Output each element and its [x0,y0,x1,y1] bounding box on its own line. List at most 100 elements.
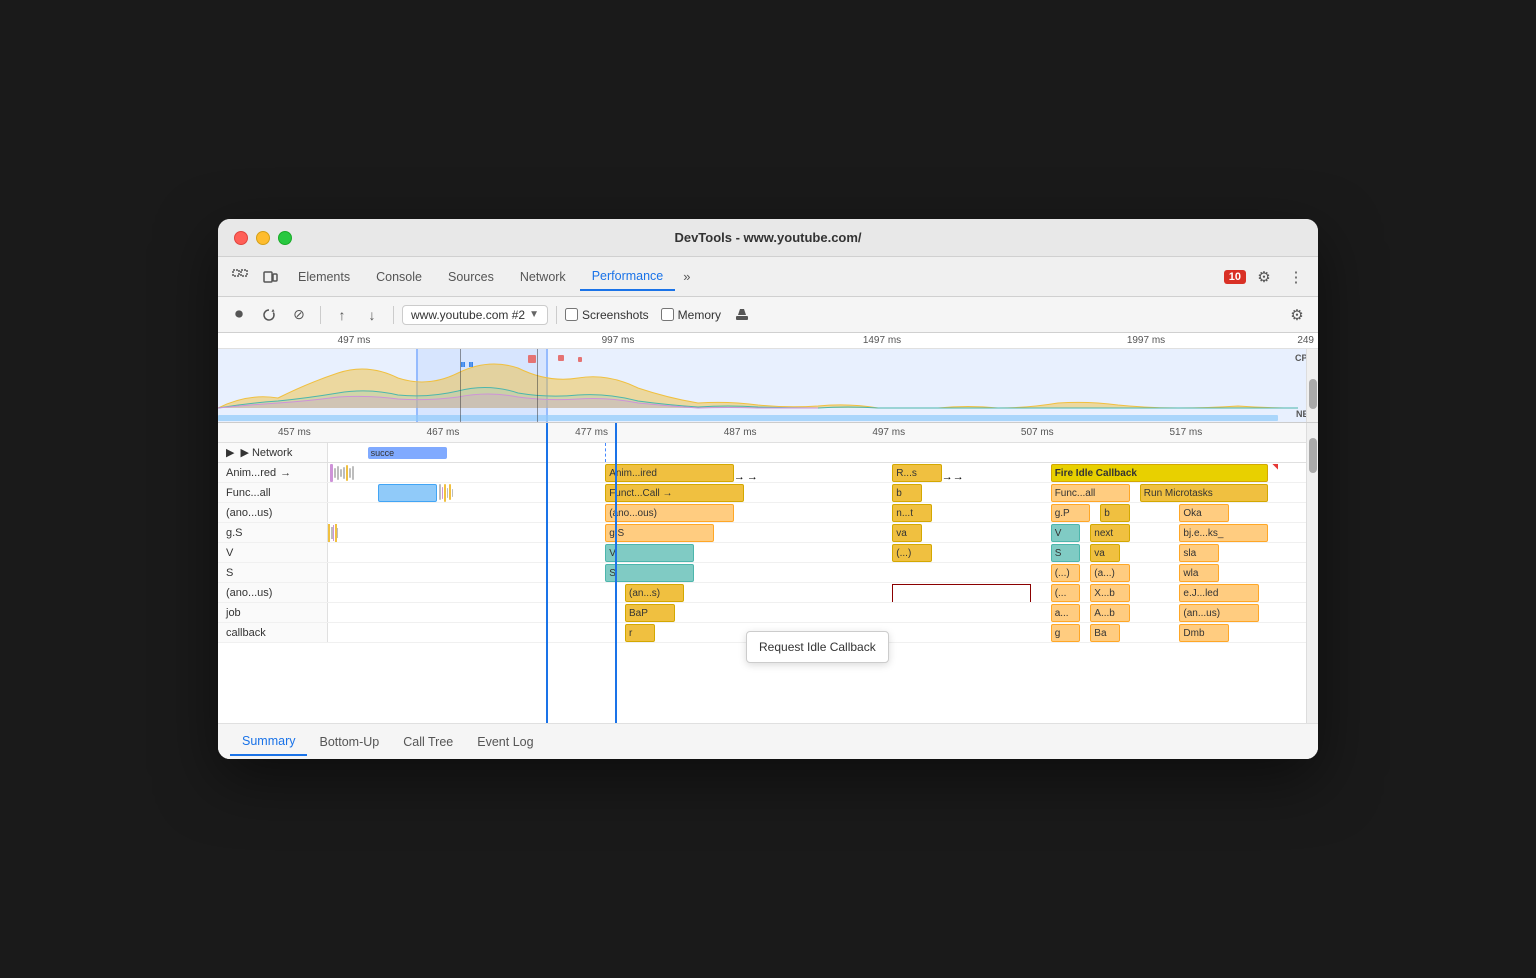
clear-button[interactable]: ⊘ [286,302,312,328]
timeline-overview[interactable]: 497 ms 997 ms 1497 ms 1997 ms 249 [218,333,1318,423]
tab-event-log[interactable]: Event Log [465,729,545,755]
flame-block[interactable]: Dmb [1179,624,1229,642]
devtools-more-button[interactable]: ⋮ [1282,263,1310,291]
flame-block[interactable]: n...t [892,504,932,522]
upload-button[interactable]: ↑ [329,302,355,328]
flame-block[interactable]: (an...s) [625,584,684,602]
flame-block[interactable]: (...) [1051,564,1081,582]
flame-block[interactable]: X...b [1090,584,1130,602]
flame-block[interactable]: (a...) [1090,564,1130,582]
screenshots-label: Screenshots [582,308,649,322]
network-bar[interactable]: succe [368,447,447,459]
memory-label: Memory [678,308,721,322]
row-content-3[interactable]: g.S va V next bj.e...ks_ [328,523,1318,542]
flame-scrollbar[interactable] [1306,423,1318,723]
row-content-4[interactable]: V (...) S va sla [328,543,1318,562]
flame-block[interactable]: b [1100,504,1130,522]
scrollbar-thumb[interactable] [1309,379,1317,409]
flame-block[interactable]: bj.e...ks_ [1179,524,1268,542]
memory-checkbox-label[interactable]: Memory [661,308,721,322]
flame-block[interactable]: S [605,564,694,582]
download-button[interactable]: ↓ [359,302,385,328]
toolbar-sep-3 [556,306,557,324]
row-content-6[interactable]: (an...s) (... X...b e.J...led [328,583,1318,602]
tab-network[interactable]: Network [508,264,578,290]
flame-block[interactable]: r [625,624,655,642]
flame-block[interactable]: V [605,544,694,562]
error-count-badge[interactable]: 10 [1224,270,1246,284]
flame-block[interactable]: g [1051,624,1081,642]
flame-block[interactable]: (ano...ous) [605,504,734,522]
flame-block[interactable]: Run Microtasks [1140,484,1269,502]
tab-sources[interactable]: Sources [436,264,506,290]
flame-block[interactable]: A...b [1090,604,1130,622]
maximize-button[interactable] [278,231,292,245]
inspect-icon[interactable] [226,263,254,291]
flame-block[interactable]: (an...us) [1179,604,1258,622]
flame-block[interactable]: va [892,524,922,542]
arrow-icon: →→ [942,471,964,482]
flame-block[interactable]: g.S [605,524,714,542]
ruler-467: 467 ms [427,427,576,438]
ruler-457: 457 ms [278,427,427,438]
performance-toolbar: ⏺ ⊘ ↑ ↓ www.youtube.com #2 ▼ Screenshots… [218,297,1318,333]
tab-bottom-up[interactable]: Bottom-Up [307,729,391,755]
close-button[interactable] [234,231,248,245]
refresh-profile-button[interactable] [256,302,282,328]
blue-block[interactable] [378,484,437,502]
memory-checkbox[interactable] [661,308,674,321]
ts-1997: 1997 ms [1014,335,1278,346]
flame-block[interactable]: sla [1179,544,1219,562]
network-content: succe [328,443,1318,462]
clean-button[interactable] [729,302,755,328]
flame-block[interactable]: wla [1179,564,1219,582]
flame-block[interactable]: Anim...ired [605,464,734,482]
tab-performance[interactable]: Performance [580,263,676,291]
row-content-5[interactable]: S (...) (a...) wla [328,563,1318,582]
flame-block[interactable]: next [1090,524,1130,542]
network-expand-icon[interactable]: ▶ [226,446,234,459]
overview-scrollbar[interactable] [1306,349,1318,423]
row-content-2[interactable]: (ano...ous) n...t g.P b Oka [328,503,1318,522]
flame-block[interactable]: a... [1051,604,1081,622]
screenshots-checkbox-label[interactable]: Screenshots [565,308,649,322]
tabs-overflow-button[interactable]: » [677,265,696,288]
flame-block[interactable]: V [1051,524,1081,542]
flame-block[interactable]: (... [1051,584,1081,602]
flame-block[interactable]: Funct...Call → [605,484,744,502]
tab-elements[interactable]: Elements [286,264,362,290]
network-track-label: ▶ ▶ Network [218,443,328,462]
row-content-1[interactable]: Funct...Call → b Func...all Run Microtas… [328,483,1318,502]
tab-summary[interactable]: Summary [230,728,307,756]
tooltip-text: Request Idle Callback [759,640,876,654]
flame-block[interactable]: va [1090,544,1120,562]
screenshots-checkbox[interactable] [565,308,578,321]
table-row: S S (...) (a...) wla [218,563,1318,583]
flame-block[interactable]: b [892,484,922,502]
ruler-517: 517 ms [1169,427,1318,438]
flame-scrollbar-thumb[interactable] [1309,438,1317,473]
flame-block[interactable]: Oka [1179,504,1229,522]
device-icon[interactable] [256,263,284,291]
perf-settings-button[interactable]: ⚙ [1284,302,1310,328]
flame-block[interactable]: e.J...led [1179,584,1258,602]
table-row: Func...all [218,483,1318,503]
tab-call-tree[interactable]: Call Tree [391,729,465,755]
record-button[interactable]: ⏺ [226,302,252,328]
flame-block[interactable]: Ba [1090,624,1120,642]
flame-block[interactable]: g.P [1051,504,1091,522]
row-content-0[interactable]: Anim...ired →→ R...s →→ Fire Idle Callba… [328,463,1318,482]
devtools-settings-button[interactable]: ⚙ [1250,263,1278,291]
row-label-8: callback [218,623,328,642]
flame-block[interactable]: S [1051,544,1081,562]
flame-block[interactable]: R...s [892,464,942,482]
url-selector[interactable]: www.youtube.com #2 ▼ [402,305,548,325]
row-content-7[interactable]: BaP a... A...b (an...us) [328,603,1318,622]
flame-block[interactable]: BaP [625,604,675,622]
minimize-button[interactable] [256,231,270,245]
timeline-graph[interactable]: ⏸ ⏸ CPU NET [218,349,1318,423]
flame-block-fire-idle[interactable]: Fire Idle Callback [1051,464,1269,482]
flame-block[interactable]: Func...all [1051,484,1130,502]
tab-console[interactable]: Console [364,264,434,290]
toolbar-sep-2 [393,306,394,324]
